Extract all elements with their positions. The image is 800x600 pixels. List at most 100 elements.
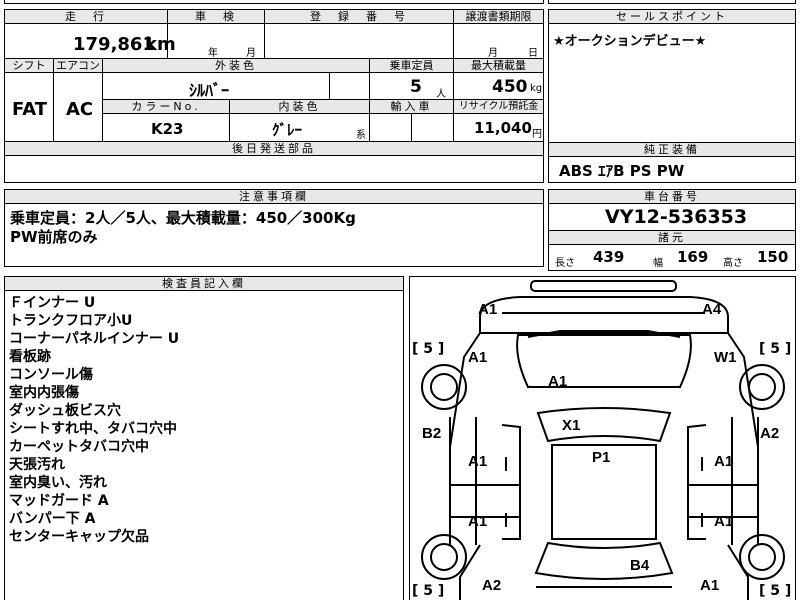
caution-label: 注意事項欄 — [4, 189, 544, 204]
transfer-label: 譲渡書類期限 — [453, 9, 544, 24]
inspection-cell: 年 月 — [167, 23, 265, 59]
tire-rear-right — [739, 534, 785, 580]
interior-suffix: 系 — [356, 130, 366, 141]
length-label: 長さ — [555, 258, 575, 269]
interior-value: ｸﾞﾚｰ — [272, 121, 303, 139]
damage-mark: B2 — [422, 425, 442, 442]
inspector-note-line: 室内臭い、汚れ — [9, 475, 107, 491]
sales-point-label: セールスポイント — [548, 9, 796, 24]
inspector-note-line: カーペットタバコ穴中 — [9, 439, 149, 455]
inspector-label: 検査員記入欄 — [4, 276, 404, 291]
delivery-cell — [4, 155, 544, 183]
hood-outline — [516, 334, 692, 388]
inspector-note-line: 室内内張傷 — [9, 385, 79, 401]
tire-rear-left — [421, 534, 467, 580]
damage-mark: A1 — [714, 513, 734, 530]
damage-mark: A1 — [468, 349, 488, 366]
inspection-year: 年 — [208, 48, 218, 59]
inspector-note-line: トランクフロア小U — [9, 313, 133, 329]
tire-front-right-inner — [748, 373, 776, 401]
car-front-outline — [479, 296, 729, 334]
left-door-panel — [501, 424, 521, 540]
chassis-value: VY12-536353 — [605, 206, 748, 228]
damage-mark: A1 — [700, 577, 720, 594]
dims-cell: 長さ 439 幅 169 高さ 150 — [548, 244, 796, 271]
caution-cell: 乗車定員：2人／5人、最大積載量：450／300Kg PW前席のみ — [4, 203, 544, 267]
car-diagram-frame: A1 A4 A1 W1 A1 B2 A2 X1 P1 A1 A1 A1 A1 B… — [409, 276, 796, 600]
color-no-cell: K23 — [102, 113, 230, 142]
damage-mark: A2 — [760, 425, 780, 442]
width-value: 169 — [677, 248, 709, 266]
shift-label: シフト — [4, 58, 54, 73]
sales-point-cell: ★オークションデビュー★ — [548, 23, 796, 143]
inspector-note-line: 天張汚れ — [9, 457, 65, 473]
damage-mark: B4 — [630, 557, 650, 574]
exterior-extra-cell — [329, 72, 370, 100]
tire-grade-rear-right: [ 5 ] — [759, 583, 792, 599]
capacity-cell: 5 人 — [369, 72, 454, 100]
damage-mark: A1 — [548, 373, 568, 390]
damage-mark: A1 — [468, 513, 488, 530]
inspector-note-line: Ｆインナー U — [9, 295, 96, 311]
capacity-unit: 人 — [436, 89, 446, 100]
transfer-day: 日 — [528, 48, 538, 59]
ac-cell: AC — [53, 72, 103, 142]
right-door-panel — [687, 424, 707, 540]
delivery-label: 後日発送部品 — [4, 141, 544, 156]
top-cutoff-bar — [4, 0, 544, 4]
damage-mark: A1 — [478, 301, 498, 318]
ac-label: エアコン — [53, 58, 103, 73]
maxload-unit: kg — [530, 83, 543, 94]
sales-point-text: ★オークションデビュー★ — [553, 34, 707, 49]
width-label: 幅 — [653, 258, 663, 269]
dims-label: 諸元 — [548, 230, 796, 245]
transfer-cell: 月 日 — [453, 23, 544, 59]
tire-grade-rear-left: [ 5 ] — [412, 583, 445, 599]
damage-mark: W1 — [714, 349, 737, 366]
inspector-note-line: コンソール傷 — [9, 367, 93, 383]
import-cell-b — [411, 113, 454, 142]
inspector-note-line: 看板跡 — [9, 349, 51, 365]
exterior-label: 外装色 — [102, 58, 370, 73]
ac-value: AC — [66, 99, 94, 120]
tire-front-right — [739, 364, 785, 410]
recycle-unit: 円 — [532, 129, 542, 140]
tire-rear-left-inner — [430, 543, 458, 571]
recycle-value: 11,040 — [474, 119, 532, 137]
inspection-month: 月 — [246, 48, 256, 59]
capacity-label: 乗車定員 — [369, 58, 454, 73]
capacity-value: 5 — [410, 77, 422, 97]
maxload-label: 最大積載量 — [453, 58, 544, 73]
tire-grade-front-right: [ 5 ] — [759, 341, 792, 357]
right-body-side — [731, 417, 759, 545]
inspector-cell: Ｆインナー U トランクフロア小U コーナーパネルインナー U 看板跡 コンソール傷 室内… — [4, 290, 404, 600]
top-cutoff-bar-right — [548, 0, 796, 4]
windshield-outline — [536, 407, 672, 443]
registration-cell — [264, 23, 454, 59]
maxload-cell: 450 kg — [453, 72, 544, 100]
length-value: 439 — [593, 248, 625, 266]
rear-bumper — [536, 586, 672, 588]
inspector-notes-list: Ｆインナー U トランクフロア小U コーナーパネルインナー U 看板跡 コンソール傷 室内… — [9, 294, 179, 546]
mileage-value: 179,861 — [73, 34, 155, 55]
height-value: 150 — [757, 248, 789, 266]
mileage-cell: 179,861 km — [4, 23, 176, 59]
tire-rear-right-inner — [748, 543, 776, 571]
height-label: 高さ — [723, 258, 743, 269]
exterior-cell: ｼﾙﾊﾞｰ — [102, 72, 330, 100]
damage-mark: X1 — [562, 417, 581, 434]
interior-cell: ｸﾞﾚｰ 系 — [229, 113, 370, 142]
inspector-note-line: シートすれ中、タバコ穴中 — [9, 421, 177, 437]
color-no-label: カラーNo. — [102, 99, 230, 114]
inspector-note-line: バンパー下 A — [9, 511, 96, 527]
damage-mark: A2 — [482, 577, 502, 594]
recycle-label: リサイクル預託金 — [453, 99, 544, 114]
import-cell-a — [369, 113, 412, 142]
damage-mark: A4 — [702, 301, 722, 318]
maxload-value: 450 — [492, 77, 528, 97]
equipment-cell: ABS ｴｱB PS PW — [548, 156, 796, 183]
transfer-month: 月 — [488, 48, 498, 59]
inspector-note-line: ダッシュ板ビス穴 — [9, 403, 121, 419]
inspection-label: 車 検 — [167, 9, 265, 24]
inspector-note-line: マッドガード A — [9, 493, 109, 509]
